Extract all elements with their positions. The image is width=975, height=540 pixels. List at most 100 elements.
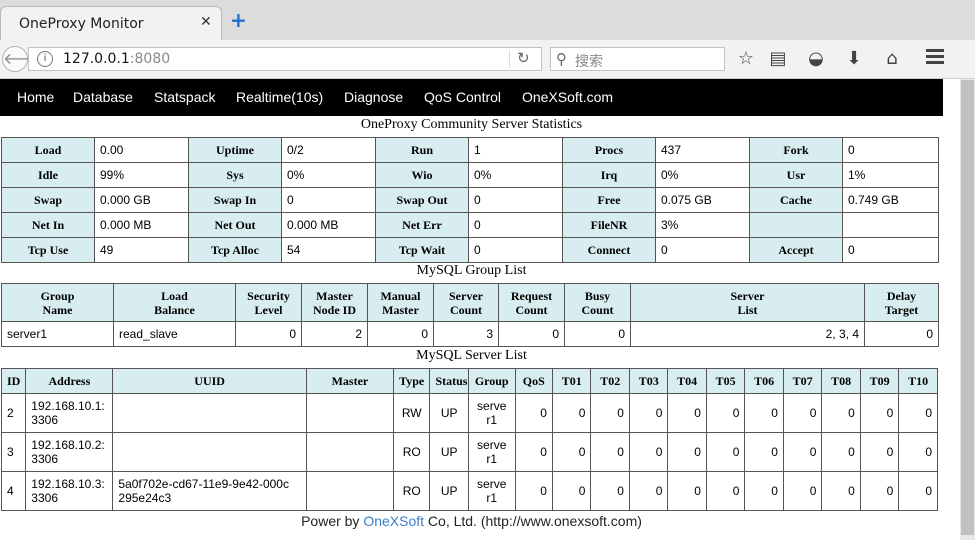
url-host: 127.0.0.1: [63, 51, 130, 67]
footer-prefix: Power by: [301, 513, 364, 529]
stat-value: 0: [842, 137, 939, 163]
stat-label: Uptime: [188, 137, 282, 163]
server-column-header: T03: [628, 368, 669, 394]
search-icon: ⚲: [556, 50, 567, 68]
stat-value: 0.000 MB: [281, 212, 376, 238]
stat-value: 49: [94, 237, 189, 263]
server-cell: 0: [628, 471, 669, 511]
new-tab-icon[interactable]: +: [230, 10, 247, 30]
group-column-header: Manual Master: [367, 283, 434, 322]
stat-value: 0%: [468, 162, 563, 188]
groups-title: MySQL Group List: [416, 263, 527, 278]
stat-label: Tcp Alloc: [188, 237, 282, 263]
nav-database[interactable]: Database: [73, 89, 133, 105]
stat-label: Free: [562, 187, 656, 213]
url-bar[interactable]: i 127.0.0.1:8080 ↻: [28, 47, 542, 71]
stats-row: Idle 99% Sys 0% Wio 0% Irq 0% Usr 1%: [1, 162, 939, 188]
browser-tab[interactable]: OneProxy Monitor ✕: [0, 6, 222, 40]
bookmark-star-icon[interactable]: ☆: [734, 48, 758, 69]
footer: Power by OneXSoft Co, Ltd. (http://www.o…: [0, 513, 943, 529]
server-column-header: Status: [429, 368, 469, 394]
stat-value: 0: [655, 237, 750, 263]
nav-onexsoft[interactable]: OneXSoft.com: [522, 89, 613, 105]
header-line: Target: [884, 302, 919, 317]
server-cell: 0: [859, 432, 900, 472]
download-icon[interactable]: ⬇: [842, 48, 866, 69]
footer-link[interactable]: OneXSoft: [363, 513, 424, 529]
server-column-header: Group: [467, 368, 516, 394]
group-cell: 2, 3, 4: [630, 321, 865, 347]
stat-label: [749, 212, 843, 238]
header-line: Count: [581, 302, 614, 317]
group-list-table: Group Name Load Balance Security Level Master N…: [1, 283, 939, 347]
server-cell: 0: [744, 432, 784, 472]
table-row: 4 192.168.10.3: 3306 5a0f702e-cd67-11e9-9e4…: [0, 471, 938, 511]
server-column-header: T02: [590, 368, 630, 394]
hamburger-menu-icon[interactable]: [926, 49, 944, 65]
pocket-icon[interactable]: ◒: [804, 48, 828, 69]
stat-value: [842, 212, 939, 238]
search-bar[interactable]: ⚲ 搜索: [550, 47, 725, 71]
group-column-header: Server Count: [433, 283, 499, 322]
server-cell: RO: [392, 432, 431, 472]
stat-value: 0: [468, 187, 563, 213]
group-column-header: Delay Target: [864, 283, 939, 322]
stat-label: Wio: [375, 162, 469, 188]
nav-qos-control[interactable]: QoS Control: [424, 89, 501, 105]
server-cell: 0: [667, 432, 707, 472]
reload-icon[interactable]: ↻: [517, 49, 530, 67]
header-line: List: [737, 302, 758, 317]
stat-label: Fork: [749, 137, 843, 163]
tab-bar: OneProxy Monitor ✕ +: [0, 0, 975, 40]
close-tab-icon[interactable]: ✕: [200, 14, 212, 30]
scrollbar-thumb[interactable]: [961, 80, 974, 535]
group-column-header: Request Count: [498, 283, 565, 322]
server-cell: 0: [590, 432, 630, 472]
server-cell: 0: [821, 471, 861, 511]
nav-statspack[interactable]: Statspack: [154, 89, 215, 105]
server-cell: [305, 432, 394, 472]
server-cell: 0: [821, 393, 861, 433]
server-cell: 0: [667, 471, 707, 511]
back-button[interactable]: 🡐: [2, 46, 46, 72]
server-cell: 0: [705, 471, 746, 511]
server-cell: [305, 471, 394, 511]
server-cell: 0: [590, 393, 630, 433]
stats-row: Tcp Use 49 Tcp Alloc 54 Tcp Wait 0 Connect 0 Acc…: [1, 237, 939, 263]
stat-label: Swap: [1, 187, 95, 213]
header-line: Busy: [584, 288, 611, 303]
server-cell: [112, 432, 307, 472]
reader-list-icon[interactable]: ▤: [766, 48, 790, 69]
server-cell: [112, 393, 307, 433]
url-port: :8080: [129, 51, 171, 67]
server-column-header: T08: [821, 368, 861, 394]
nav-diagnose[interactable]: Diagnose: [344, 89, 403, 105]
info-icon[interactable]: i: [37, 51, 53, 67]
header-line: Count: [515, 302, 548, 317]
group-column-header: Server List: [630, 283, 865, 322]
stats-row: Swap 0.000 GB Swap In 0 Swap Out 0 Free 0.075 G…: [1, 187, 939, 213]
header-line: Count: [449, 302, 482, 317]
stat-label: Cache: [749, 187, 843, 213]
server-column-header: T07: [782, 368, 823, 394]
stat-value: 0: [468, 212, 563, 238]
nav-home[interactable]: Home: [17, 89, 54, 105]
stat-value: 3%: [655, 212, 750, 238]
nav-realtime[interactable]: Realtime(10s): [236, 89, 323, 105]
server-cell: 0: [898, 393, 938, 433]
header-line: Balance: [154, 302, 195, 317]
server-cell: 0: [898, 471, 938, 511]
url-text: 127.0.0.1:8080: [63, 51, 170, 67]
stats-row: Load 0.00 Uptime 0/2 Run 1 Procs 437 Fork 0: [1, 137, 939, 163]
stat-value: 0%: [281, 162, 376, 188]
stat-value: 0: [842, 237, 939, 263]
home-icon[interactable]: ⌂: [880, 48, 904, 69]
header-line: Server: [730, 288, 765, 303]
group-cell: 0: [864, 321, 939, 347]
search-input[interactable]: 搜索: [575, 51, 603, 71]
stat-label: Procs: [562, 137, 656, 163]
stat-value: 1%: [842, 162, 939, 188]
server-column-header: T05: [705, 368, 746, 394]
server-cell: 0: [551, 393, 592, 433]
stats-row: Net In 0.000 MB Net Out 0.000 MB Net Err 0 Fil…: [1, 212, 939, 238]
